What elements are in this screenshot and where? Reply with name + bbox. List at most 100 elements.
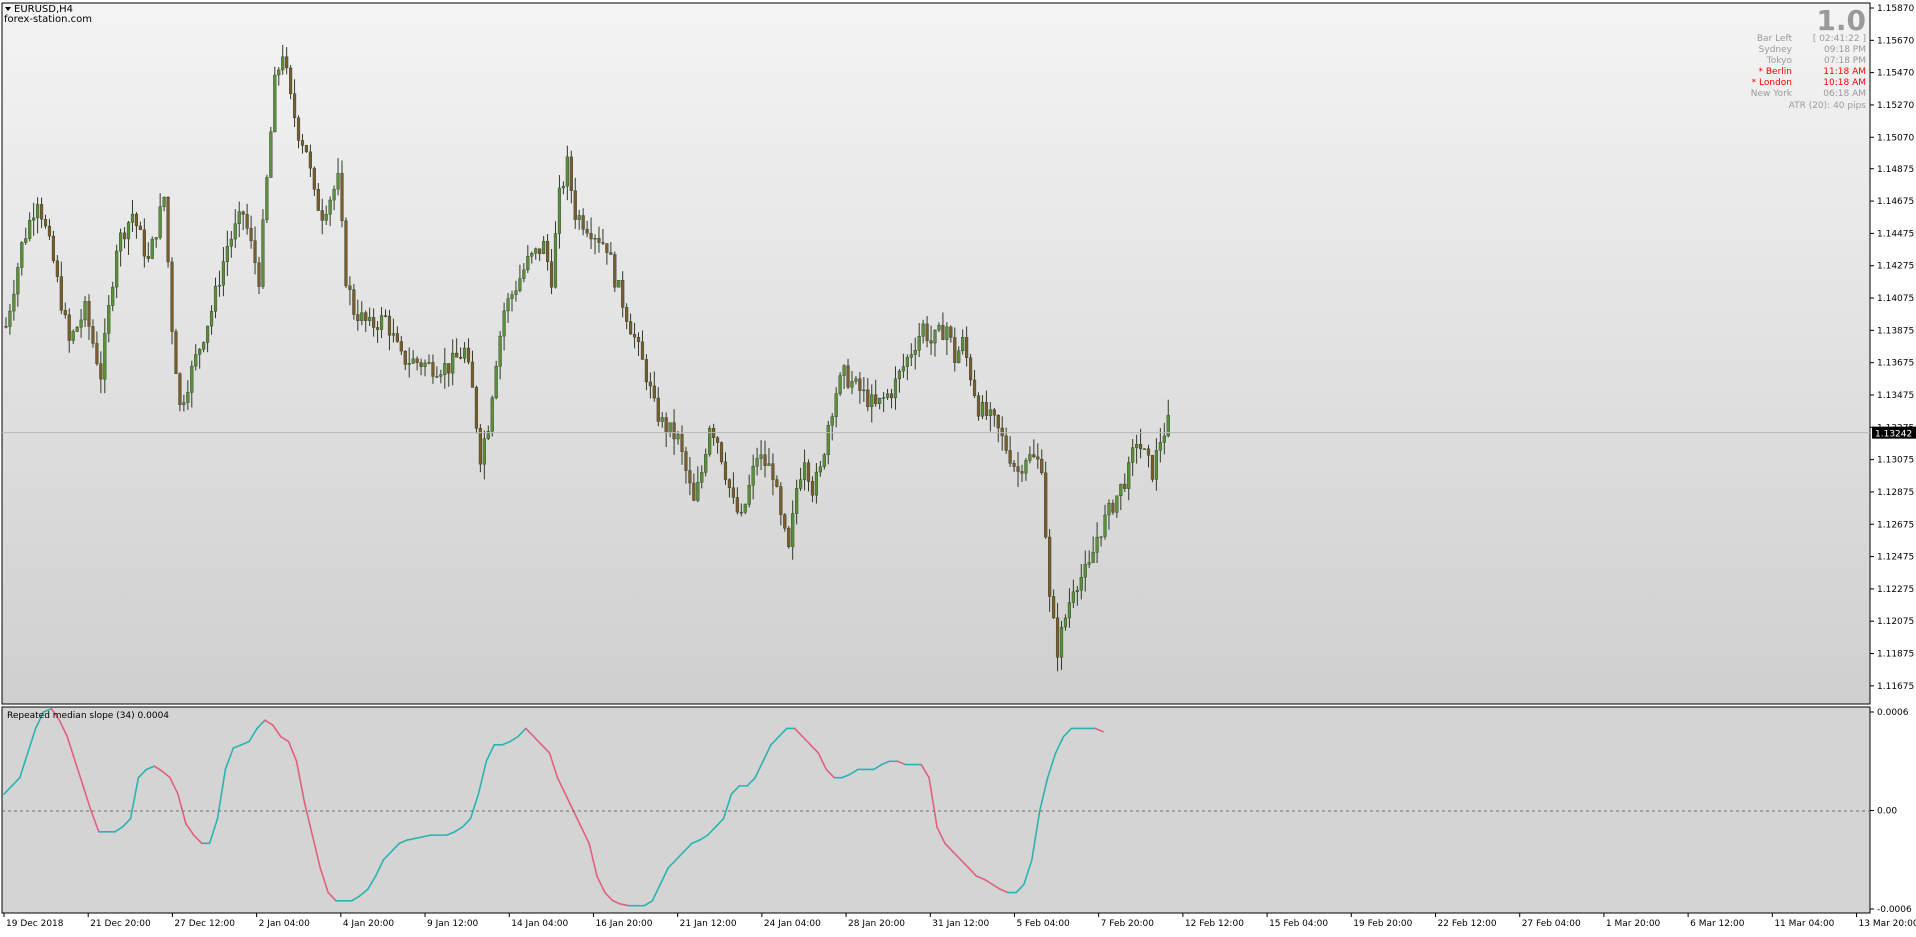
candle-body	[190, 365, 194, 393]
price-tick-label: 1.11875	[1877, 650, 1914, 660]
time-tick-label: 16 Jan 20:00	[595, 919, 652, 929]
candle-body	[138, 225, 142, 230]
candle-body	[352, 289, 356, 315]
candle-body	[455, 352, 459, 358]
candle-body	[1158, 442, 1162, 451]
candle-body	[617, 280, 621, 288]
info-row-value: 11:18 AM	[1823, 67, 1866, 77]
candle-body	[32, 217, 36, 221]
price-tick-label: 1.13875	[1877, 326, 1914, 336]
candle-body	[36, 204, 40, 219]
candle-body	[407, 363, 411, 365]
candle-body	[1162, 435, 1166, 443]
price-tick-label: 1.14475	[1877, 229, 1914, 239]
candle-body	[838, 375, 842, 394]
candle-body	[696, 482, 700, 501]
candle-body	[668, 422, 672, 433]
candle-body	[822, 454, 826, 467]
candle-body	[644, 359, 649, 383]
candle-body	[24, 238, 28, 243]
time-tick-label: 5 Feb 04:00	[1016, 919, 1070, 929]
candle-body	[316, 189, 320, 211]
candle-body	[1036, 456, 1040, 460]
time-tick-label: 12 Feb 12:00	[1185, 919, 1244, 929]
candle-body	[229, 238, 233, 247]
price-tick-label: 1.15270	[1877, 101, 1914, 111]
indicator-tick-label: 0.0006	[1877, 708, 1909, 718]
candle-body	[656, 397, 660, 422]
candle-body	[462, 347, 467, 359]
candle-body	[549, 261, 554, 288]
candle-body	[494, 365, 498, 399]
candle-body	[779, 486, 783, 515]
candle-body	[992, 409, 996, 416]
candle-body	[296, 117, 301, 141]
candle-body	[320, 210, 324, 221]
time-tick-label: 21 Dec 20:00	[90, 919, 151, 929]
time-tick-label: 6 Mar 12:00	[1690, 919, 1745, 929]
candle-body	[478, 428, 482, 465]
candle-body	[12, 293, 16, 312]
price-tick-label: 1.15870	[1877, 4, 1914, 14]
candle-body	[221, 261, 225, 286]
candle-body	[75, 327, 79, 332]
candle-body	[933, 329, 937, 344]
candle-body	[206, 325, 210, 343]
indicator-tick-label: -0.0006	[1877, 905, 1912, 915]
candle-body	[344, 220, 348, 287]
time-tick-label: 19 Feb 20:00	[1353, 919, 1412, 929]
candle-body	[1040, 458, 1044, 474]
candle-body	[652, 385, 656, 399]
candle-body	[1016, 466, 1020, 472]
chart-canvas[interactable]: 1.15870 1.15670 1.15470 1.15270 1.15070 1.148…	[0, 0, 1916, 933]
candle-body	[735, 497, 739, 513]
candle-body	[984, 402, 988, 416]
candle-body	[4, 326, 8, 328]
candle-body	[474, 387, 479, 429]
candle-body	[1044, 472, 1048, 538]
candle-body	[403, 350, 407, 365]
candle-body	[577, 215, 581, 220]
candle-body	[850, 381, 854, 388]
candle-body	[1028, 454, 1032, 461]
candle-body	[814, 471, 818, 496]
candle-body	[621, 280, 625, 308]
candle-body	[976, 395, 981, 417]
candle-body	[51, 235, 56, 261]
candle-body	[893, 378, 898, 399]
info-row-value: 06:18 AM	[1823, 89, 1866, 99]
candle-body	[1115, 495, 1119, 513]
candle-body	[269, 131, 273, 178]
candle-body	[534, 248, 538, 254]
candle-body	[324, 214, 328, 221]
candle-body	[1055, 617, 1060, 658]
candle-body	[1079, 577, 1083, 591]
candle-body	[360, 312, 364, 322]
candle-body	[435, 376, 439, 378]
info-row-value: 07:18 PM	[1824, 56, 1866, 66]
candle-body	[348, 285, 352, 290]
candle-body	[719, 442, 724, 463]
info-row-label: * Berlin	[1759, 67, 1792, 77]
candle-body	[237, 211, 241, 224]
indicator-title: Repeated median slope (34) 0.0004	[7, 711, 169, 721]
candle-body	[174, 331, 178, 374]
candle-body	[747, 485, 751, 505]
candle-body	[731, 487, 735, 498]
candle-body	[715, 437, 720, 443]
candle-body	[810, 481, 815, 496]
candle-body	[1012, 463, 1016, 467]
candle-body	[39, 204, 44, 220]
candle-body	[1146, 448, 1151, 456]
candle-body	[1107, 502, 1111, 516]
candle-body	[636, 337, 641, 343]
candle-body	[917, 336, 921, 351]
info-row-label: Bar Left	[1757, 34, 1793, 44]
candle-body	[1099, 536, 1103, 538]
candle-body	[874, 394, 878, 404]
candle-body	[423, 362, 427, 367]
candle-body	[387, 315, 392, 336]
candle-body	[882, 397, 886, 399]
candle-body	[233, 223, 237, 240]
candle-body	[47, 225, 52, 237]
